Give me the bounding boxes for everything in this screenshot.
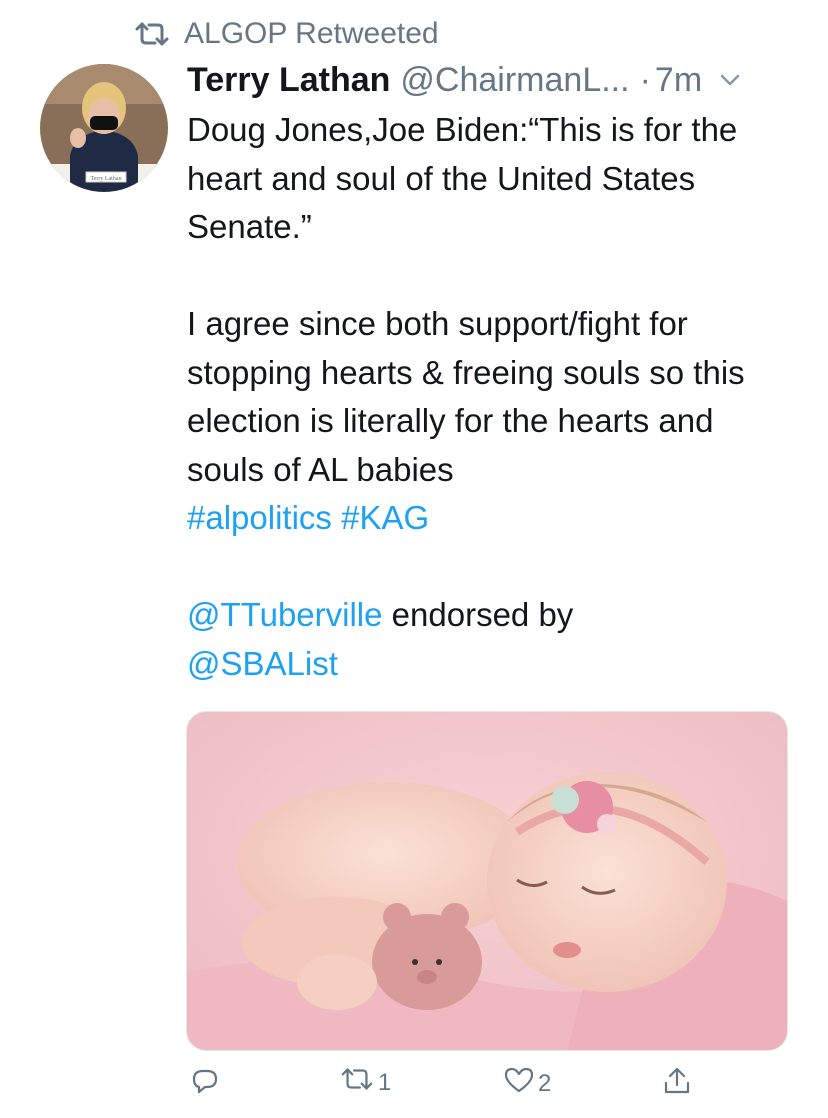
- hashtag-alpolitics[interactable]: #alpolitics: [187, 499, 332, 536]
- like-count: 2: [538, 1069, 552, 1097]
- retweet-banner[interactable]: ALGOP Retweeted: [134, 14, 439, 54]
- tweet-time[interactable]: 7m: [655, 58, 702, 102]
- retweet-count: 1: [378, 1068, 392, 1096]
- mention-sbalist[interactable]: @SBAList: [187, 645, 338, 682]
- reply-button[interactable]: [190, 1066, 220, 1103]
- tweet-actions: 1 2: [186, 1066, 706, 1106]
- retweet-button[interactable]: 1: [340, 1066, 391, 1099]
- separator-dot: ·: [639, 61, 651, 99]
- hashtags: #alpolitics #KAG: [187, 494, 797, 543]
- mention-text: endorsed by: [382, 596, 574, 633]
- retweet-icon: [340, 1066, 374, 1099]
- share-icon: [662, 1066, 692, 1103]
- tweet-text: Doug Jones,Joe Biden:“This is for the he…: [187, 106, 797, 688]
- chevron-down-icon[interactable]: [718, 72, 742, 88]
- baby-photo-image: [187, 712, 787, 1050]
- like-button[interactable]: 2: [504, 1066, 551, 1101]
- tweet-header: Terry Lathan @ChairmanL... · 7m: [187, 58, 797, 102]
- author-handle[interactable]: @ChairmanL...: [400, 58, 629, 102]
- tweet-body: I agree since both support/fight for sto…: [187, 305, 745, 488]
- hashtag-kag[interactable]: #KAG: [341, 499, 429, 536]
- avatar[interactable]: Terry Lathan: [40, 64, 168, 192]
- tweet-image[interactable]: [186, 711, 788, 1051]
- share-button[interactable]: [662, 1066, 692, 1103]
- mention-line: @TTuberville endorsed by: [187, 591, 797, 640]
- retweet-banner-text: ALGOP Retweeted: [184, 17, 439, 50]
- heart-icon: [504, 1066, 534, 1101]
- author-name[interactable]: Terry Lathan: [187, 58, 390, 102]
- mention-ttuberville[interactable]: @TTuberville: [187, 596, 383, 633]
- mention-line-2: @SBAList: [187, 640, 797, 689]
- reply-icon: [190, 1066, 220, 1103]
- avatar-caption: Terry Lathan: [90, 176, 121, 182]
- retweet-icon: [134, 21, 170, 47]
- tweet-quote: Doug Jones,Joe Biden:“This is for the he…: [187, 111, 738, 245]
